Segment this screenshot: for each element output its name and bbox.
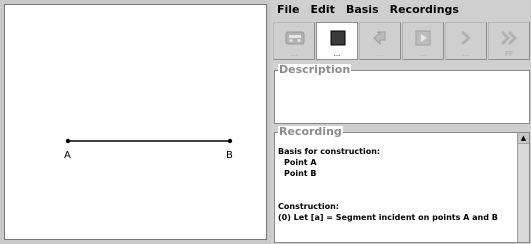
next-icon <box>461 31 471 45</box>
fast-forward-caption: FF <box>504 50 514 58</box>
menu-bar: File Edit Basis Recordings <box>271 0 531 19</box>
play-step-button[interactable]: ... <box>402 22 444 60</box>
menu-basis[interactable]: Basis <box>346 3 379 16</box>
next-button[interactable]: ... <box>445 22 487 60</box>
undo-step-caption: ... <box>376 50 384 58</box>
menu-recordings[interactable]: Recordings <box>390 3 459 16</box>
geometry-app-window: A B File Edit Basis Recordings ... ... .… <box>0 0 531 244</box>
next-caption: ... <box>462 50 470 58</box>
description-panel: Description <box>274 64 530 124</box>
undo-step-button[interactable]: ... <box>359 22 401 60</box>
recording-panel: Recording Basis for construction: Point … <box>274 126 530 243</box>
recording-scrollbar[interactable]: ▲ <box>517 133 529 242</box>
canvas-drawing <box>65 138 233 144</box>
description-title: Description <box>278 63 352 76</box>
recording-text-area: Basis for construction: Point A Point B … <box>278 146 514 223</box>
drawing-canvas[interactable]: A B <box>4 4 267 240</box>
stop-icon <box>330 30 346 46</box>
construction-step: (0) Let [a] = Segment incident on points… <box>278 213 498 222</box>
construction-heading: Construction: <box>278 202 339 211</box>
undo-step-icon <box>373 31 386 46</box>
menu-file[interactable]: File <box>277 3 300 16</box>
rewind-button[interactable]: ... <box>273 22 315 60</box>
menu-edit[interactable]: Edit <box>311 3 335 16</box>
play-step-icon <box>415 30 431 46</box>
stop-button[interactable]: ... <box>316 22 358 60</box>
playback-toolbar: ... ... ... ... ... FF <box>271 20 531 62</box>
fast-forward-icon <box>501 31 517 45</box>
fast-forward-button[interactable]: FF <box>488 22 530 60</box>
basis-item-point-a: Point A <box>284 158 317 167</box>
point-b-label: B <box>226 150 233 161</box>
rewind-caption: ... <box>290 50 298 58</box>
rewind-tape-icon <box>285 31 305 45</box>
scroll-up-arrow-icon[interactable]: ▲ <box>518 133 529 144</box>
point-a[interactable] <box>65 138 71 144</box>
play-step-caption: ... <box>419 50 427 58</box>
point-b[interactable] <box>227 138 233 144</box>
recording-title: Recording <box>278 125 343 138</box>
blank-spacer <box>278 179 514 201</box>
point-a-label: A <box>64 150 71 161</box>
stop-caption: ... <box>333 50 341 58</box>
basis-heading: Basis for construction: <box>278 147 381 156</box>
basis-item-point-b: Point B <box>284 169 317 178</box>
control-panel: File Edit Basis Recordings ... ... ... .… <box>271 0 531 244</box>
